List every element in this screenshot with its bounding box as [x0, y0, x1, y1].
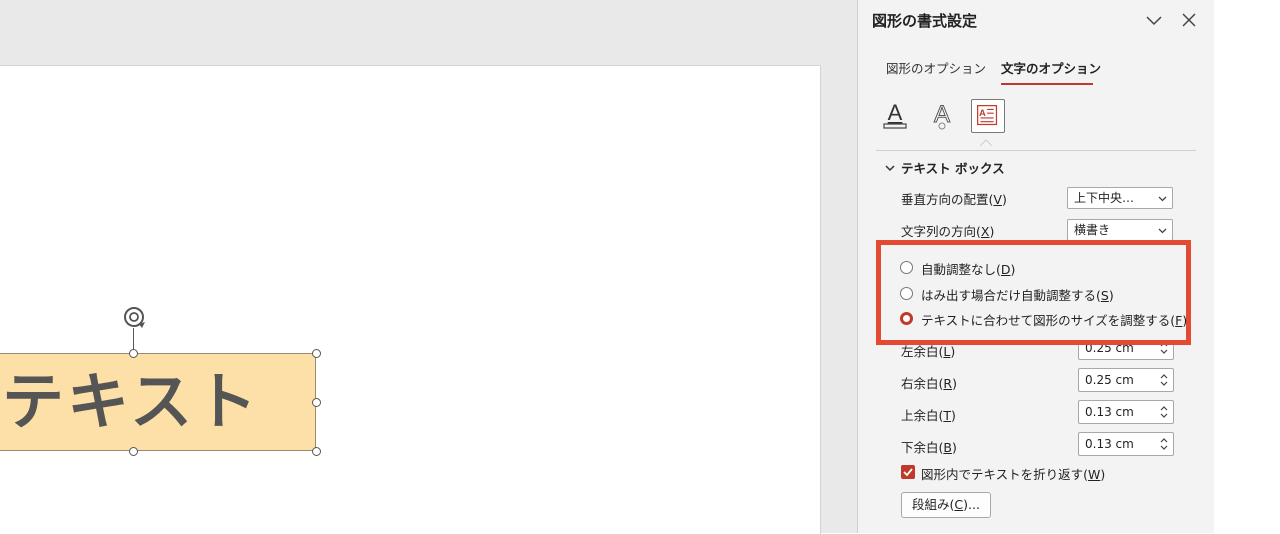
- spinner-arrows-icon[interactable]: [1160, 372, 1168, 388]
- bottom-margin-spinner[interactable]: 0.13 cm: [1078, 432, 1174, 456]
- bottom-margin-label: 下余白(B): [901, 440, 957, 455]
- radio-button[interactable]: [900, 287, 913, 300]
- section-textbox-header[interactable]: テキスト ボックス: [901, 158, 1005, 177]
- radio-button[interactable]: [900, 261, 913, 274]
- tab-shape-options[interactable]: 図形のオプション: [886, 58, 986, 77]
- bottom-margin-value: 0.13 cm: [1085, 437, 1134, 451]
- vertical-alignment-dropdown[interactable]: 上下中央…: [1067, 187, 1173, 209]
- wrap-text-label[interactable]: 図形内でテキストを折り返す(W): [921, 464, 1105, 483]
- resize-handle-right[interactable]: [312, 398, 321, 407]
- right-margin-value: 0.25 cm: [1085, 373, 1134, 387]
- svg-text:A: A: [888, 100, 903, 125]
- resize-handle-top[interactable]: [129, 349, 138, 358]
- top-margin-value: 0.13 cm: [1085, 405, 1134, 419]
- tab-text-options[interactable]: 文字のオプション: [1001, 58, 1101, 77]
- text-fill-outline-icon[interactable]: A: [878, 99, 912, 133]
- text-direction-label: 文字列の方向(X): [901, 224, 995, 239]
- text-direction-dropdown[interactable]: 横書き: [1067, 219, 1173, 241]
- svg-text:A: A: [934, 101, 950, 128]
- divider: [876, 150, 1196, 151]
- textbox-icon[interactable]: A: [971, 99, 1005, 133]
- top-margin-spinner[interactable]: 0.13 cm: [1078, 400, 1174, 424]
- chevron-down-icon[interactable]: [1144, 10, 1164, 30]
- top-margin-label: 上余白(T): [901, 408, 956, 423]
- rotate-handle-icon[interactable]: [121, 304, 149, 332]
- spinner-arrows-icon[interactable]: [1160, 436, 1168, 452]
- vertical-alignment-label: 垂直方向の配置(V): [901, 192, 1007, 207]
- slide[interactable]: [0, 65, 821, 534]
- wrap-text-checkbox[interactable]: [901, 465, 915, 479]
- pane-title: 図形の書式設定: [872, 12, 978, 30]
- chevron-down-icon: [1158, 228, 1167, 234]
- resize-handle-top-right[interactable]: [312, 349, 321, 358]
- selected-icon-pointer: [980, 139, 992, 146]
- chevron-down-icon: [1158, 196, 1167, 202]
- text-direction-value: 横書き: [1074, 223, 1111, 237]
- resize-handle-bottom-right[interactable]: [312, 447, 321, 456]
- right-margin-spinner[interactable]: 0.25 cm: [1078, 368, 1174, 392]
- columns-button[interactable]: 段組み(C)...: [901, 492, 991, 518]
- vertical-alignment-value: 上下中央…: [1074, 191, 1135, 205]
- close-icon[interactable]: [1179, 10, 1199, 30]
- spinner-arrows-icon[interactable]: [1160, 404, 1168, 420]
- format-shape-pane: 図形の書式設定 図形のオプション 文字のオプション A A A テキスト ボック…: [857, 0, 1214, 533]
- svg-text:A: A: [979, 107, 986, 118]
- radio-button-checked[interactable]: [900, 312, 913, 325]
- text-effects-icon[interactable]: A: [925, 99, 959, 133]
- active-tab-indicator: [1001, 83, 1093, 85]
- right-background: [1214, 0, 1280, 533]
- resize-handle-bottom[interactable]: [129, 447, 138, 456]
- right-margin-label: 右余白(R): [901, 376, 957, 391]
- chevron-down-icon[interactable]: [884, 162, 896, 174]
- shape-text[interactable]: テキスト: [2, 359, 260, 445]
